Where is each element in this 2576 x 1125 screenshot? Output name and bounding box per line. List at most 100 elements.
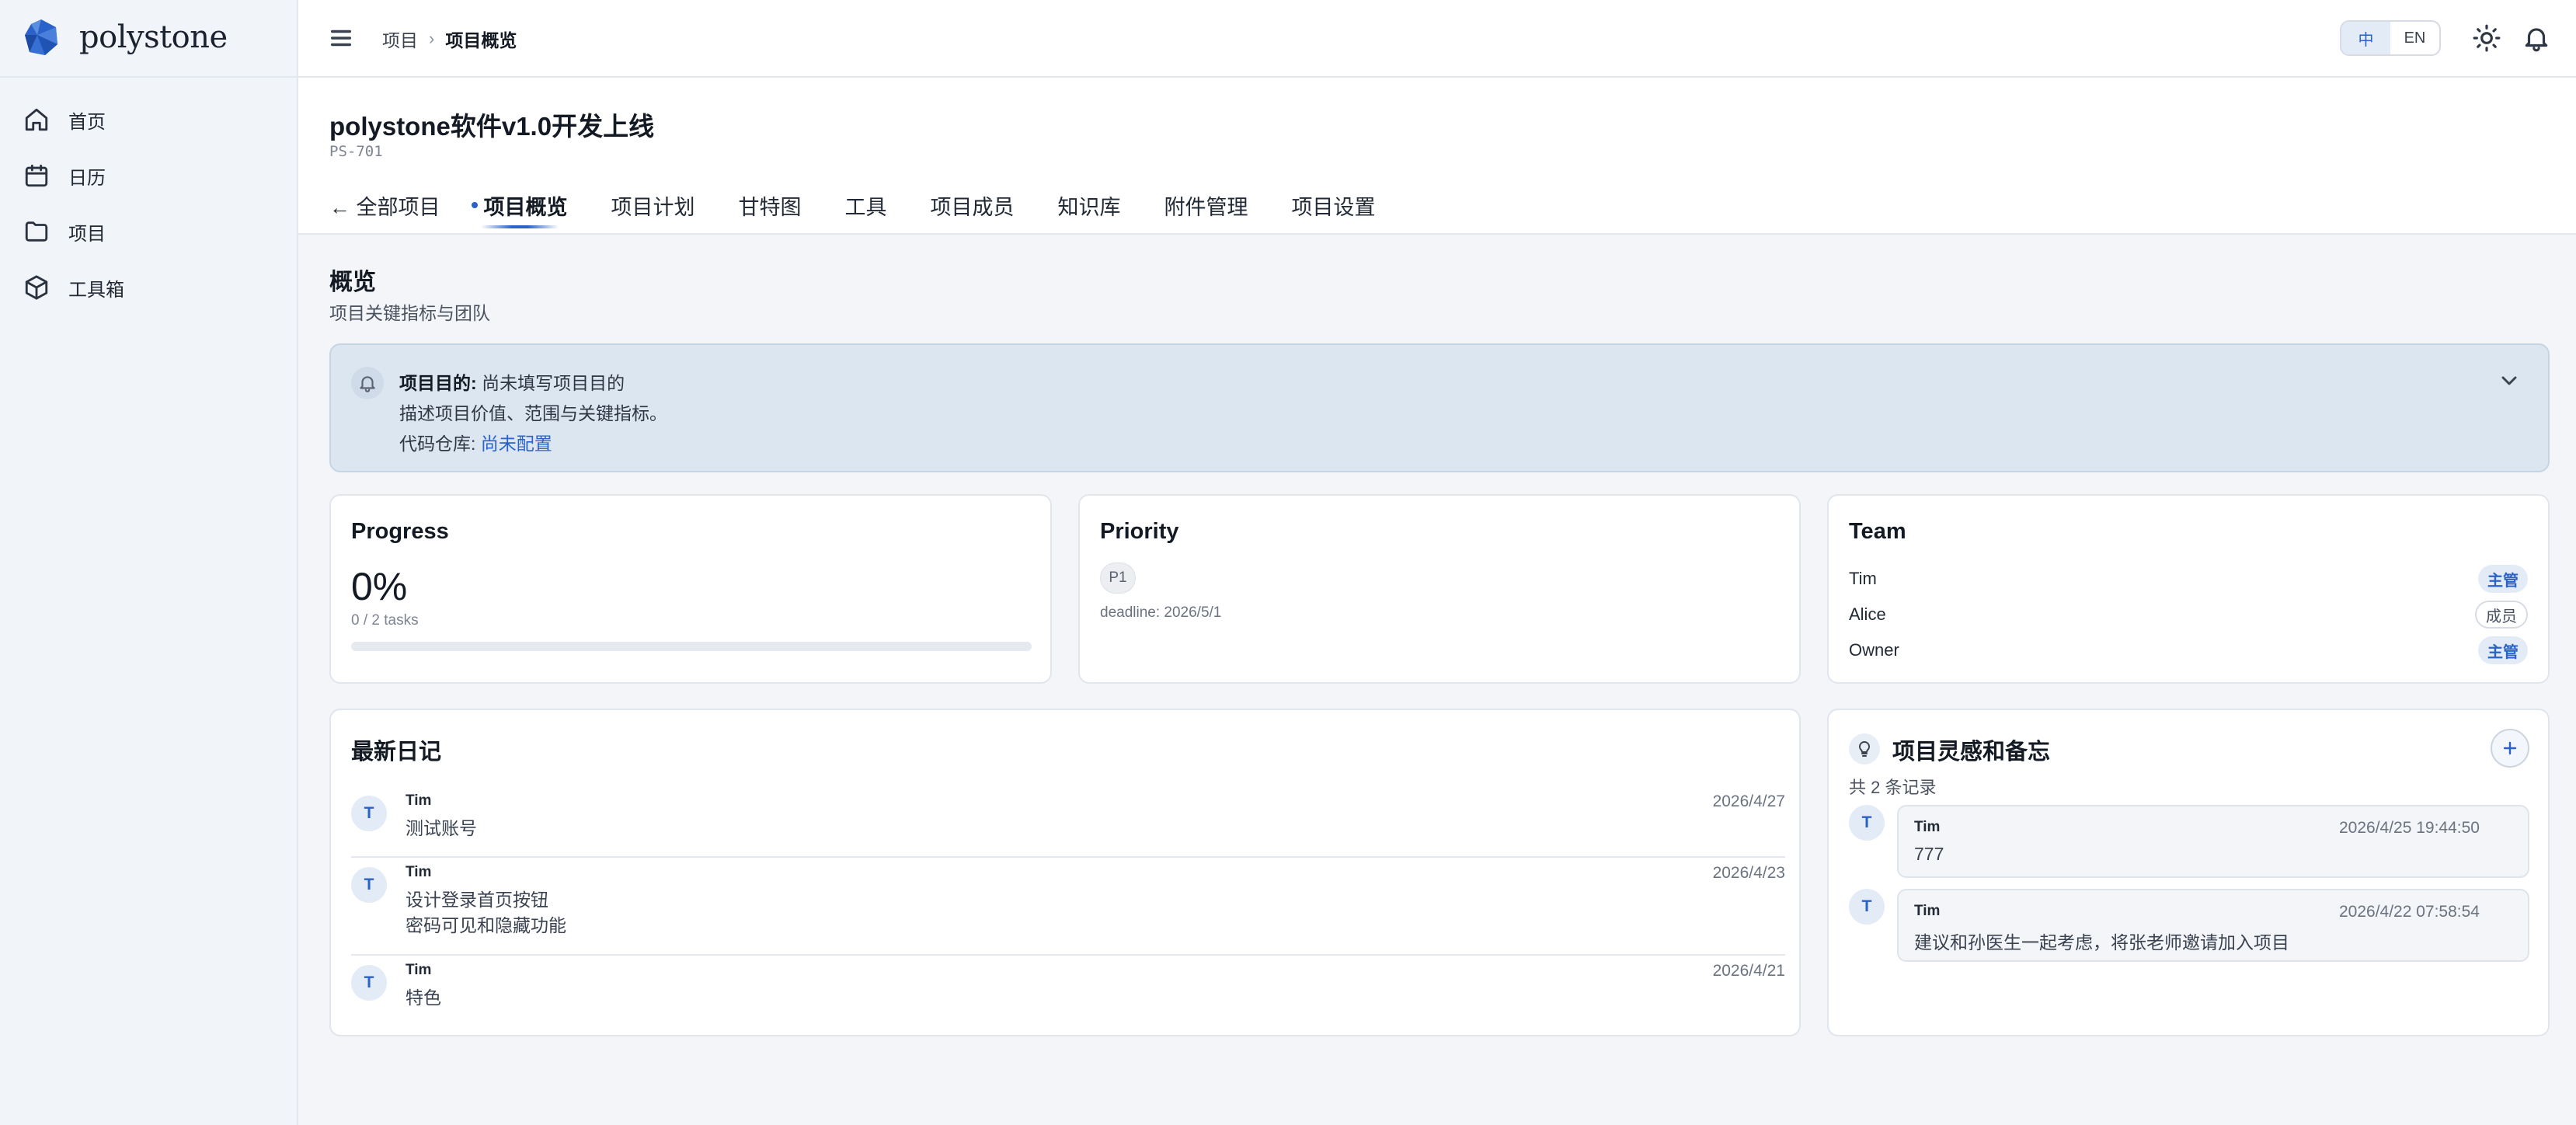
priority-card: Priority P1 deadline: 2026/5/1	[1078, 494, 1801, 684]
lang-zh-button[interactable]: 中	[2341, 22, 2390, 54]
memo-text: 建议和孙医生一起考虑，将张老师邀请加入项目	[1914, 932, 2289, 953]
memo-card: 项目灵感和备忘 共 2 条记录 T Tim 2026/4/25 19:44:50…	[1827, 709, 2550, 1036]
tab-label: 项目计划	[611, 195, 695, 219]
tab-label: 甘特图	[738, 195, 802, 219]
team-member-row: Owner 主管	[1849, 632, 2528, 668]
diary-author: Tim	[406, 962, 432, 978]
diary-text-line: 设计登录首页按钮	[406, 890, 548, 910]
purpose-value: 尚未填写项目目的	[482, 373, 625, 393]
lang-en-button[interactable]: EN	[2390, 22, 2439, 54]
member-name: Owner	[1849, 640, 1899, 660]
team-card: Team Tim 主管 Alice 成员 Owner 主管	[1827, 494, 2550, 684]
memo-author: Tim	[1914, 903, 1941, 919]
progress-card: Progress 0% 0 / 2 tasks	[329, 494, 1052, 684]
memo-item[interactable]: T Tim 2026/4/25 19:44:50 777	[1849, 805, 2529, 878]
box-icon	[25, 275, 48, 300]
diary-date: 2026/4/23	[1712, 864, 1785, 882]
purpose-description: 描述项目价值、范围与关键指标。	[399, 403, 667, 423]
memo-count: 共 2 条记录	[1849, 778, 1937, 797]
brand-name: polystone	[79, 19, 228, 55]
brand[interactable]: polystone	[23, 17, 228, 57]
role-badge: 成员	[2475, 601, 2528, 629]
add-memo-button[interactable]	[2491, 729, 2529, 768]
sidebar-item-label: 首页	[68, 111, 106, 133]
menu-icon[interactable]	[328, 25, 354, 51]
diary-entry[interactable]: T Tim 2026/4/23 设计登录首页按钮 密码可见和隐藏功能	[351, 858, 1785, 956]
memo-title: 项目灵感和备忘	[1892, 740, 2051, 765]
tab-label: 知识库	[1057, 195, 1121, 219]
role-badge: 主管	[2478, 565, 2528, 593]
project-tabs: ← 全部项目 项目概览 项目计划 甘特图 工具 项目成员 知识库 附件管理 项目…	[329, 185, 1419, 228]
bell-icon[interactable]	[2522, 23, 2551, 53]
diary-text: 设计登录首页按钮 密码可见和隐藏功能	[406, 887, 566, 939]
tab-settings[interactable]: 项目设置	[1292, 185, 1376, 225]
diary-entry[interactable]: T Tim 2026/4/21 特色	[351, 956, 1785, 1026]
sidebar-item-toolbox[interactable]: 工具箱	[0, 259, 297, 315]
sidebar-nav: 首页 日历 项目 工具箱	[0, 92, 297, 315]
diary-text-line: 特色	[406, 987, 441, 1008]
tab-attachments[interactable]: 附件管理	[1164, 185, 1248, 225]
project-title: polystone软件v1.0开发上线	[329, 112, 655, 141]
tab-tools[interactable]: 工具	[845, 185, 887, 225]
project-header: polystone软件v1.0开发上线 PS-701 ← 全部项目 项目概览 项…	[298, 78, 2576, 235]
diary-title: 最新日记	[351, 740, 442, 765]
tab-label: 工具	[844, 195, 887, 219]
repo-link[interactable]: 尚未配置	[481, 434, 552, 454]
memo-text: 777	[1914, 844, 1944, 864]
tab-label: 项目成员	[930, 195, 1015, 219]
chevron-down-icon[interactable]	[2497, 368, 2522, 393]
overview-title: 概览	[329, 270, 376, 295]
diary-list: T Tim 2026/4/27 测试账号 T Tim 2026/4/23 设计登…	[351, 786, 1785, 1026]
avatar: T	[351, 796, 387, 831]
project-code: PS-701	[329, 143, 383, 160]
team-title: Team	[1849, 519, 1906, 544]
alert-content: 项目目的: 尚未填写项目目的 描述项目价值、范围与关键指标。 代码仓库: 尚未配…	[399, 368, 667, 459]
plus-icon	[2503, 741, 2517, 755]
avatar: T	[1849, 889, 1885, 925]
memo-item[interactable]: T Tim 2026/4/22 07:58:54 建议和孙医生一起考虑，将张老师…	[1849, 889, 2529, 962]
memo-time: 2026/4/22 07:58:54	[2338, 903, 2480, 921]
memo-bubble: Tim 2026/4/25 19:44:50 777	[1897, 805, 2529, 878]
diary-text: 测试账号	[406, 816, 477, 841]
diary-text-line: 测试账号	[406, 818, 477, 838]
role-badge: 主管	[2478, 636, 2528, 664]
tab-gantt[interactable]: 甘特图	[739, 185, 802, 225]
sidebar-divider	[0, 76, 297, 78]
team-member-row: Alice 成员	[1849, 597, 2528, 632]
folder-icon	[25, 221, 48, 242]
diary-entry[interactable]: T Tim 2026/4/27 测试账号	[351, 786, 1785, 858]
lightbulb-icon	[1849, 733, 1880, 765]
tab-members[interactable]: 项目成员	[931, 185, 1015, 225]
sidebar-item-label: 项目	[68, 223, 106, 245]
tab-knowledge[interactable]: 知识库	[1058, 185, 1121, 225]
sidebar-item-calendar[interactable]: 日历	[0, 148, 297, 204]
tab-overview[interactable]: 项目概览	[471, 185, 568, 228]
tab-label: 项目设置	[1291, 195, 1376, 219]
purpose-label: 项目目的:	[399, 373, 477, 393]
tab-label: ← 全部项目	[329, 195, 440, 219]
team-list: Tim 主管 Alice 成员 Owner 主管	[1849, 561, 2528, 668]
sidebar-item-label: 工具箱	[68, 279, 124, 301]
breadcrumb-projects[interactable]: 项目	[382, 26, 418, 52]
sun-icon[interactable]	[2472, 23, 2501, 53]
tab-label: 附件管理	[1164, 195, 1248, 219]
tab-all-projects[interactable]: ← 全部项目	[329, 185, 440, 225]
priority-deadline: deadline: 2026/5/1	[1100, 604, 1222, 621]
bell-icon	[351, 367, 384, 399]
memo-bubble: Tim 2026/4/22 07:58:54 建议和孙医生一起考虑，将张老师邀请…	[1897, 889, 2529, 962]
tab-label: 项目概览	[483, 195, 568, 219]
priority-badge: P1	[1100, 562, 1136, 594]
progress-value: 0%	[351, 565, 408, 608]
tab-plan[interactable]: 项目计划	[611, 185, 695, 225]
language-toggle: 中 EN	[2340, 20, 2441, 56]
memo-time: 2026/4/25 19:44:50	[2338, 819, 2480, 837]
avatar: T	[351, 867, 387, 903]
breadcrumb-current: 项目概览	[445, 30, 517, 51]
diary-author: Tim	[406, 792, 432, 809]
home-icon	[25, 108, 48, 131]
progress-tasks: 0 / 2 tasks	[351, 612, 419, 629]
sidebar-item-home[interactable]: 首页	[0, 92, 297, 148]
sidebar-item-projects[interactable]: 项目	[0, 204, 297, 259]
progress-title: Progress	[351, 519, 449, 544]
active-tab-indicator	[480, 225, 559, 228]
